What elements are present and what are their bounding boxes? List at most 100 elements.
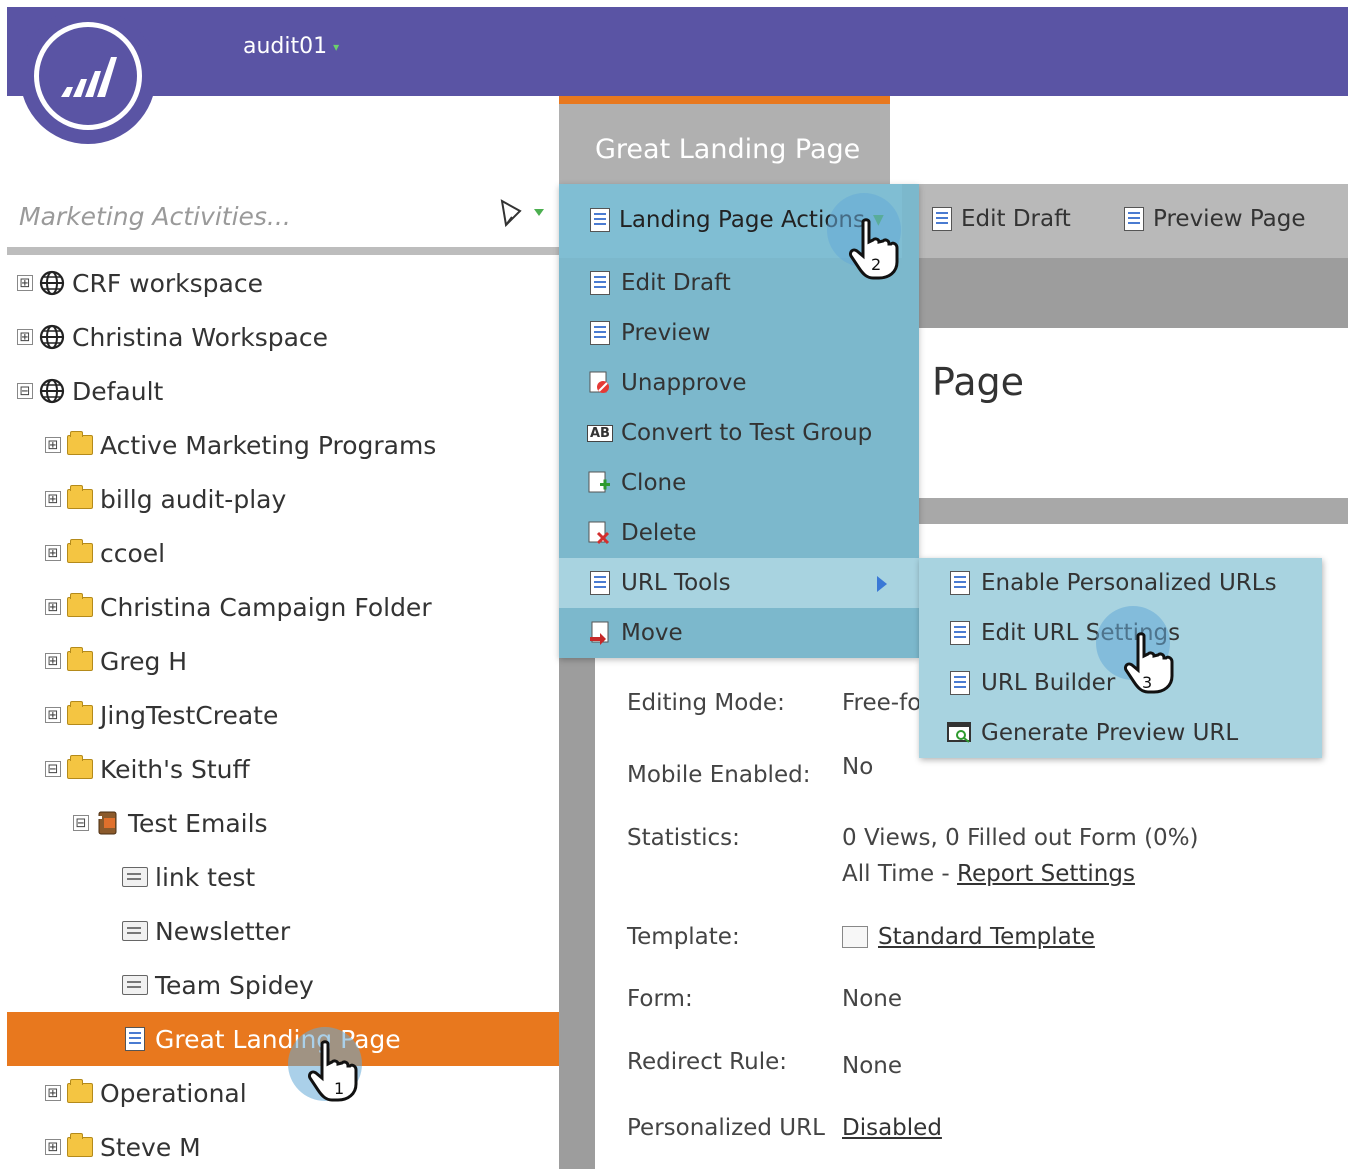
- expand-icon[interactable]: ⊞: [45, 1085, 61, 1101]
- menu-item-delete[interactable]: Delete: [559, 508, 919, 558]
- workspace-selector[interactable]: audit01 ▾: [243, 34, 339, 59]
- edit-draft-button[interactable]: Edit Draft: [929, 206, 1071, 232]
- tree-item-label: Test Emails: [128, 808, 268, 838]
- tree-item-label: link test: [155, 862, 256, 892]
- menu-item-url-tools[interactable]: URL Tools: [559, 558, 919, 608]
- tree-item-ccoel[interactable]: ⊞ ccoel: [7, 526, 559, 580]
- tree-item-billg-audit-play[interactable]: ⊞ billg audit-play: [7, 472, 559, 526]
- tree-item-label: Steve M: [100, 1132, 201, 1162]
- folder-icon: [66, 1133, 94, 1161]
- menu-item-preview[interactable]: Preview: [559, 308, 919, 358]
- collapse-icon[interactable]: ⊟: [73, 815, 89, 831]
- preview-page-button[interactable]: Preview Page: [1121, 206, 1306, 232]
- menu-item-convert-to-test-group[interactable]: AB Convert to Test Group: [559, 408, 919, 458]
- standard-template-link[interactable]: Standard Template: [878, 924, 1095, 950]
- expand-icon[interactable]: ⊞: [45, 437, 61, 453]
- expand-icon[interactable]: ⊞: [17, 275, 33, 291]
- menu-item-clone[interactable]: Clone: [559, 458, 919, 508]
- form-label: Form:: [627, 986, 693, 1012]
- expand-icon[interactable]: ⊞: [45, 545, 61, 561]
- expand-icon[interactable]: ⊞: [45, 653, 61, 669]
- hand-cursor-icon: 1: [304, 1040, 360, 1104]
- expand-icon[interactable]: ⊞: [45, 491, 61, 507]
- menu-item-label: Delete: [621, 520, 697, 546]
- submenu-item-enable-personalized-urls[interactable]: Enable Personalized URLs: [919, 558, 1322, 608]
- edit-url-icon: [947, 620, 973, 646]
- menu-item-move[interactable]: Move: [559, 608, 919, 658]
- tree-item-operational[interactable]: ⊞ Operational: [7, 1066, 559, 1120]
- tree-item-label: Operational: [100, 1078, 247, 1108]
- caret-down-icon: ▾: [333, 40, 340, 54]
- tree-item-label: JingTestCreate: [100, 700, 279, 730]
- preview-page-label: Preview Page: [1153, 206, 1306, 232]
- delete-icon: [587, 520, 613, 546]
- statistics-period-text: All Time -: [842, 861, 958, 887]
- folder-icon: [66, 485, 94, 513]
- tree-item-test-emails[interactable]: ⊟ Test Emails: [7, 796, 559, 850]
- expand-icon[interactable]: ⊞: [45, 1139, 61, 1155]
- tree-divider: [7, 247, 559, 255]
- tree-item-active-marketing-programs[interactable]: ⊞ Active Marketing Programs: [7, 418, 559, 472]
- tree-item-great-landing-page[interactable]: Great Landing Page: [7, 1012, 559, 1066]
- top-header-bar: [7, 7, 1348, 96]
- tree-item-keiths-stuff[interactable]: ⊟ Keith's Stuff: [7, 742, 559, 796]
- tree-item-team-spidey[interactable]: Team Spidey: [7, 958, 559, 1012]
- tree-item-christina-workspace[interactable]: ⊞ Christina Workspace: [7, 310, 559, 364]
- tree-search-input[interactable]: [7, 190, 552, 242]
- tab-great-landing-page[interactable]: Great Landing Page: [559, 96, 890, 184]
- tree-item-crf-workspace[interactable]: ⊞ CRF workspace: [7, 256, 559, 310]
- preview-url-icon: [947, 720, 973, 746]
- tree-item-label: Keith's Stuff: [100, 754, 250, 784]
- url-tools-icon: [587, 570, 613, 596]
- menu-item-unapprove[interactable]: Unapprove: [559, 358, 919, 408]
- tree-item-label: Christina Campaign Folder: [100, 592, 432, 622]
- tree-item-link-test[interactable]: link test: [7, 850, 559, 904]
- redirect-rule-value: None: [842, 1053, 903, 1079]
- tree-item-label: billg audit-play: [100, 484, 287, 514]
- mobile-enabled-value: No: [842, 754, 874, 780]
- edit-draft-icon: [929, 206, 955, 232]
- tree-item-christina-campaign-folder[interactable]: ⊞ Christina Campaign Folder: [7, 580, 559, 634]
- tree-item-default[interactable]: ⊟ Default: [7, 364, 559, 418]
- menu-item-label: URL Tools: [621, 570, 731, 596]
- filter-icon[interactable]: [498, 197, 550, 231]
- workspace-name: audit01: [243, 34, 328, 59]
- ab-test-icon: AB: [587, 420, 613, 446]
- expand-icon[interactable]: ⊞: [17, 329, 33, 345]
- email-approved-icon: [121, 863, 149, 891]
- template-label: Template:: [627, 924, 740, 950]
- collapse-icon[interactable]: ⊟: [17, 383, 33, 399]
- tree-item-label: ccoel: [100, 538, 166, 568]
- expand-icon[interactable]: ⊞: [45, 599, 61, 615]
- menu-item-label: Convert to Test Group: [621, 420, 873, 446]
- tree-item-label: Great Landing Page: [155, 1024, 401, 1054]
- tree-item-greg-h[interactable]: ⊞ Greg H: [7, 634, 559, 688]
- section-divider: [902, 498, 1348, 524]
- submenu-arrow-icon: [877, 576, 887, 592]
- submenu-item-generate-preview-url[interactable]: Generate Preview URL: [919, 708, 1322, 758]
- globe-icon: [38, 269, 66, 297]
- globe-icon: [38, 323, 66, 351]
- personalized-url-icon: [947, 570, 973, 596]
- tree-item-label: Greg H: [100, 646, 188, 676]
- expand-icon[interactable]: ⊞: [45, 707, 61, 723]
- disabled-link[interactable]: Disabled: [842, 1115, 942, 1141]
- tree-item-steve-m[interactable]: ⊞ Steve M: [7, 1120, 559, 1169]
- clone-icon: [587, 470, 613, 496]
- tree-item-newsletter[interactable]: Newsletter: [7, 904, 559, 958]
- template-icon: [842, 926, 868, 948]
- email-icon: [121, 971, 149, 999]
- tree-item-label: CRF workspace: [72, 268, 263, 298]
- tree-item-jingtestcreate[interactable]: ⊞ JingTestCreate: [7, 688, 559, 742]
- submenu-item-label: Generate Preview URL: [981, 720, 1239, 746]
- tree-item-label: Newsletter: [155, 916, 291, 946]
- report-settings-link[interactable]: Report Settings: [957, 861, 1135, 887]
- menu-item-label: Clone: [621, 470, 687, 496]
- landing-page-icon: [121, 1025, 149, 1053]
- logo-ring: [34, 22, 142, 130]
- statistics-label: Statistics:: [627, 825, 740, 851]
- marketo-logo[interactable]: [20, 8, 156, 144]
- move-icon: [587, 620, 613, 646]
- edit-draft-label: Edit Draft: [961, 206, 1071, 232]
- collapse-icon[interactable]: ⊟: [45, 761, 61, 777]
